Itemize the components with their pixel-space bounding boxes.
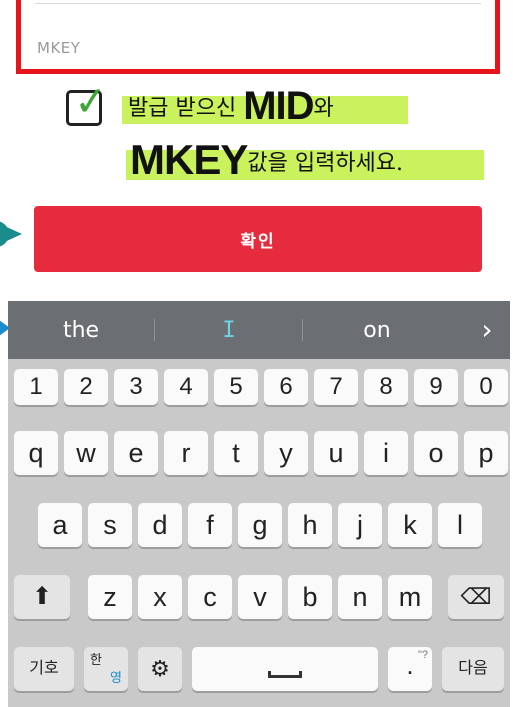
key-8[interactable]: 8	[364, 369, 408, 405]
backspace-key[interactable]: ⌫	[448, 575, 504, 619]
pointer-arrow-icon	[0, 221, 22, 247]
key-q[interactable]: q	[14, 431, 58, 475]
key-b[interactable]: b	[288, 575, 332, 619]
key-r[interactable]: r	[164, 431, 208, 475]
key-y[interactable]: y	[264, 431, 308, 475]
key-a[interactable]: a	[38, 503, 82, 547]
key-7[interactable]: 7	[314, 369, 358, 405]
key-h[interactable]: h	[288, 503, 332, 547]
checkmark-icon: ✓	[72, 77, 110, 127]
suggestion-item[interactable]: on	[304, 301, 450, 359]
chevron-right-icon[interactable]: ›	[464, 301, 510, 359]
key-m[interactable]: m	[388, 575, 432, 619]
instruction-text: 와	[313, 96, 334, 121]
period-label: .	[406, 650, 414, 680]
key-c[interactable]: c	[188, 575, 232, 619]
lang-korean-label: 한	[90, 652, 102, 667]
key-w[interactable]: w	[64, 431, 108, 475]
key-j[interactable]: j	[338, 503, 382, 547]
mkey-placeholder: MKEY	[37, 39, 81, 57]
key-e[interactable]: e	[114, 431, 158, 475]
key-i[interactable]: i	[364, 431, 408, 475]
key-z[interactable]: z	[88, 575, 132, 619]
lang-english-label: 영	[110, 670, 122, 685]
key-o[interactable]: o	[414, 431, 458, 475]
instruction-mid: MID	[243, 84, 314, 128]
confirm-button[interactable]: 확인	[34, 206, 482, 272]
key-0[interactable]: 0	[464, 369, 508, 405]
key-4[interactable]: 4	[164, 369, 208, 405]
key-6[interactable]: 6	[264, 369, 308, 405]
key-2[interactable]: 2	[64, 369, 108, 405]
shift-key[interactable]: ⬆	[14, 575, 70, 619]
key-n[interactable]: n	[338, 575, 382, 619]
key-g[interactable]: g	[238, 503, 282, 547]
key-5[interactable]: 5	[214, 369, 258, 405]
key-x[interactable]: x	[138, 575, 182, 619]
key-3[interactable]: 3	[114, 369, 158, 405]
instruction-line-2: MKEY값을 입력하세요.	[130, 136, 403, 184]
next-key[interactable]: 다음	[442, 647, 504, 691]
suggestion-bar: the I on ›	[8, 301, 510, 359]
key-d[interactable]: d	[138, 503, 182, 547]
instruction-annotation: ✓ 발급 받으신 MID와 MKEY값을 입력하세요.	[0, 77, 513, 190]
instruction-line-1: 발급 받으신 MID와	[128, 84, 334, 129]
key-u[interactable]: u	[314, 431, 358, 475]
instruction-text: 값을 입력하세요.	[247, 151, 404, 176]
instruction-mkey: MKEY	[130, 136, 248, 183]
period-hint: "?	[417, 649, 428, 661]
field-divider	[35, 3, 481, 4]
mkey-input-field[interactable]: MKEY	[16, 0, 500, 74]
settings-key[interactable]: ⚙	[138, 647, 182, 691]
key-k[interactable]: k	[388, 503, 432, 547]
key-p[interactable]: p	[464, 431, 508, 475]
key-f[interactable]: f	[188, 503, 232, 547]
key-l[interactable]: l	[438, 503, 482, 547]
instruction-text: 발급 받으신	[128, 96, 244, 121]
space-bar-icon	[268, 671, 302, 678]
key-9[interactable]: 9	[414, 369, 458, 405]
period-key[interactable]: . "?	[388, 647, 432, 691]
suggestion-divider	[154, 319, 155, 341]
symbols-key[interactable]: 기호	[14, 647, 74, 691]
key-v[interactable]: v	[238, 575, 282, 619]
key-s[interactable]: s	[88, 503, 132, 547]
suggestion-divider	[302, 319, 303, 341]
suggestion-item[interactable]: the	[8, 301, 154, 359]
space-key[interactable]	[192, 647, 378, 691]
language-key[interactable]: 한 영	[84, 647, 128, 691]
suggestion-item[interactable]: I	[156, 301, 302, 359]
key-1[interactable]: 1	[14, 369, 58, 405]
key-t[interactable]: t	[214, 431, 258, 475]
soft-keyboard: the I on › 1 2 3 4 5 6 7 8 9 0 q w e r t…	[8, 301, 510, 707]
